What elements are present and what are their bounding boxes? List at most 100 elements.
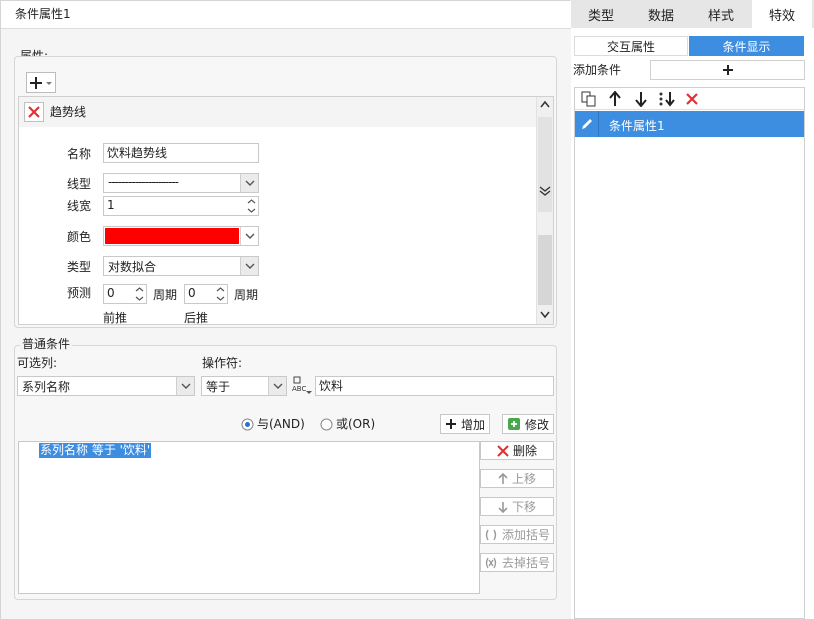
dialog-title: 条件属性1 — [15, 7, 71, 21]
collapse-chevron-icon[interactable] — [539, 185, 551, 197]
add-condition-label: 添加条件 — [573, 63, 622, 77]
add-condition-button[interactable]: 增加 — [440, 414, 490, 434]
pencil-icon — [581, 119, 592, 129]
column-select[interactable]: 系列名称 — [17, 376, 195, 396]
operator-select[interactable]: 等于 — [201, 376, 287, 396]
svg-text:ABC: ABC — [292, 385, 306, 393]
tab-style[interactable]: 样式 — [691, 0, 751, 28]
arrow-up-icon — [498, 472, 508, 484]
line-type-dropdown-arrow[interactable] — [240, 174, 258, 192]
delete-trend-line-button[interactable] — [24, 102, 44, 122]
close-icon — [28, 106, 40, 118]
add-condition-plus-button[interactable] — [650, 60, 805, 80]
and-radio-icon[interactable] — [241, 418, 254, 431]
subtab-interaction[interactable]: 交互属性 — [574, 36, 688, 56]
attribute-scrollbar[interactable] — [536, 97, 553, 324]
chevron-up-icon[interactable] — [135, 287, 144, 292]
condition-tree-item-label: 条件属性1 — [609, 119, 665, 133]
period-label-forward: 周期 — [153, 288, 178, 302]
chevron-down-icon — [181, 383, 190, 389]
add-bracket-label: 添加括号 — [501, 528, 550, 542]
common-conditions-title: 普通条件 — [20, 337, 73, 351]
tab-type[interactable]: 类型 — [571, 0, 631, 28]
bracket-icon — [485, 529, 497, 540]
delete-icon — [497, 444, 509, 457]
fit-type-dropdown-arrow[interactable] — [240, 257, 258, 275]
plus-icon — [722, 65, 733, 75]
color-dropdown-arrow[interactable] — [240, 227, 258, 245]
modify-condition-button[interactable]: 修改 — [502, 414, 554, 434]
add-bracket-button[interactable]: 添加括号 — [480, 525, 554, 544]
period-label-backward: 周期 — [234, 288, 259, 302]
backward-label: 后推 — [184, 311, 209, 325]
remove-bracket-icon — [485, 557, 497, 568]
color-label: 颜色 — [67, 230, 92, 244]
attribute-panel — [18, 96, 554, 325]
color-picker[interactable] — [103, 226, 259, 246]
dialog-titlebar: 条件属性1 — [1, 1, 571, 29]
delete-icon[interactable] — [685, 92, 699, 106]
chevron-down-icon — [273, 383, 282, 389]
move-up-button[interactable]: 上移 — [480, 469, 554, 488]
arrow-down-icon — [498, 501, 508, 513]
condition-list: 系列名称 等于 '饮料' — [18, 441, 480, 594]
scroll-down-icon[interactable] — [540, 311, 550, 319]
arrow-down-icon[interactable] — [635, 91, 647, 107]
condition-tree-item[interactable]: 条件属性1 — [575, 111, 804, 137]
line-type-select[interactable]: --------------------- — [103, 173, 259, 193]
remove-bracket-button[interactable]: 去掉括号 — [480, 553, 554, 572]
subtab-condition-display[interactable]: 条件显示 — [689, 36, 804, 56]
chevron-up-icon[interactable] — [247, 199, 256, 204]
forecast-forward-value: 0 — [107, 286, 115, 300]
copy-icon[interactable] — [581, 91, 597, 107]
forecast-forward-stepper-buttons[interactable] — [132, 285, 146, 303]
operator-label: 操作符: — [202, 356, 243, 370]
forecast-backward-stepper[interactable]: 0 — [184, 284, 228, 304]
add-attribute-button[interactable] — [26, 72, 56, 93]
scroll-thumb[interactable] — [538, 235, 552, 305]
chevron-down-icon[interactable] — [247, 208, 256, 213]
line-width-stepper-buttons[interactable] — [244, 197, 258, 215]
name-input[interactable]: 饮料趋势线 — [103, 143, 259, 163]
forecast-label: 预测 — [67, 286, 92, 300]
chevron-down-icon — [245, 263, 254, 269]
condition-list-item[interactable]: 系列名称 等于 '饮料' — [39, 443, 152, 458]
fit-type-select[interactable]: 对数拟合 — [103, 256, 259, 276]
chevron-up-icon[interactable] — [216, 287, 225, 292]
operator-dropdown-arrow[interactable] — [268, 377, 286, 395]
line-width-stepper[interactable]: 1 — [103, 196, 259, 216]
trend-line-header — [19, 97, 536, 127]
and-radio-label[interactable]: 与(AND) — [257, 417, 305, 431]
operator-value: 等于 — [206, 380, 231, 394]
edit-condition-button[interactable] — [575, 111, 599, 137]
chevron-down-icon[interactable] — [135, 296, 144, 301]
scroll-up-icon[interactable] — [540, 100, 550, 108]
modify-condition-label: 修改 — [524, 417, 549, 432]
chevron-down-icon — [245, 180, 254, 186]
delete-button[interactable]: 删除 — [480, 441, 554, 460]
fit-type-label: 类型 — [67, 260, 92, 274]
line-width-label: 线宽 — [67, 199, 92, 213]
or-radio-icon[interactable] — [320, 418, 333, 431]
move-bottom-icon[interactable] — [658, 91, 676, 107]
line-width-value: 1 — [107, 198, 115, 212]
or-radio-label[interactable]: 或(OR) — [336, 417, 375, 431]
plus-dropdown-icon — [30, 76, 52, 89]
move-down-button[interactable]: 下移 — [480, 497, 554, 516]
tab-data[interactable]: 数据 — [631, 0, 691, 28]
chevron-down-icon — [245, 233, 254, 239]
tab-effects[interactable]: 特效 — [752, 0, 812, 28]
arrow-up-icon[interactable] — [609, 91, 621, 107]
forecast-backward-stepper-buttons[interactable] — [213, 285, 227, 303]
trend-line-label: 趋势线 — [50, 105, 87, 119]
condition-tree-panel — [574, 87, 805, 619]
plus-icon — [445, 419, 456, 429]
forecast-forward-stepper[interactable]: 0 — [103, 284, 147, 304]
delete-label: 删除 — [512, 444, 537, 458]
value-input[interactable]: 饮料 — [315, 376, 554, 396]
chevron-down-icon[interactable] — [216, 296, 225, 301]
value-type-icon[interactable]: ABC — [291, 376, 313, 396]
column-dropdown-arrow[interactable] — [176, 377, 194, 395]
color-swatch — [105, 228, 239, 244]
scroll-track-upper — [538, 117, 552, 212]
